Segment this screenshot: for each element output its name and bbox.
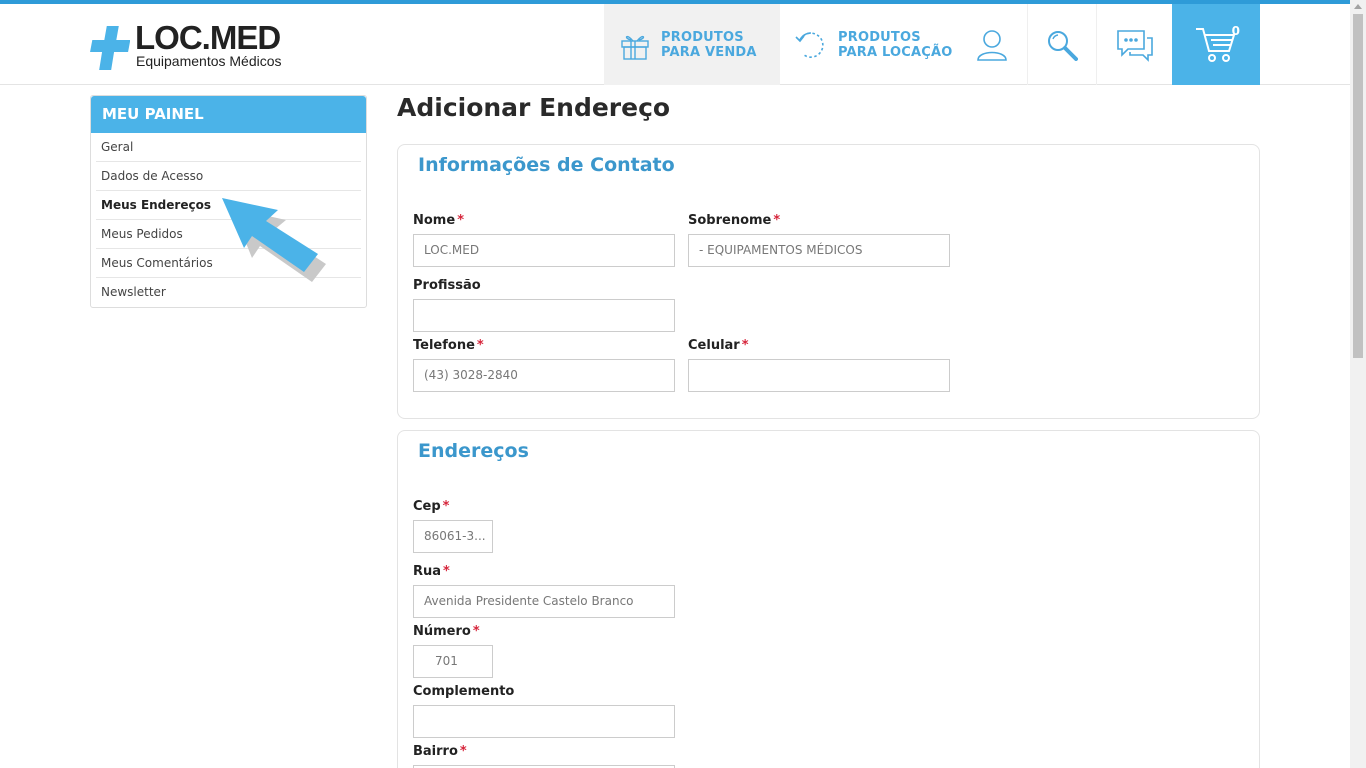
required-mark: *: [442, 499, 450, 514]
telefone-field-group: Telefone * (43) 3028-2840: [413, 338, 675, 392]
required-mark: *: [457, 213, 464, 228]
complemento-input[interactable]: [413, 705, 675, 738]
numero-field-group: Número * 701: [413, 624, 493, 678]
nav-venda-line1: PRODUTOS: [661, 29, 744, 45]
cart-count-badge: 0: [1231, 24, 1240, 38]
sobrenome-input[interactable]: - EQUIPAMENTOS MÉDICOS: [688, 234, 950, 267]
brand-subtitle: Equipamentos Médicos: [136, 53, 282, 69]
medical-cross-icon: [90, 26, 130, 70]
nav-locacao-line2: PARA LOCAÇÃO: [838, 44, 953, 60]
refresh-icon: [795, 31, 824, 58]
user-icon: [977, 29, 1007, 61]
page-scrollbar[interactable]: [1350, 0, 1366, 768]
bairro-field-group: Bairro *: [413, 744, 675, 768]
complemento-field-group: Complemento: [413, 684, 675, 738]
required-mark: *: [472, 624, 480, 639]
required-mark: *: [773, 213, 781, 228]
sidebar-item-geral[interactable]: Geral: [96, 133, 361, 162]
sidebar-item-dados-acesso[interactable]: Dados de Acesso: [96, 162, 361, 191]
brand-title: LOC.MED: [135, 19, 281, 56]
search-button[interactable]: [1027, 4, 1095, 85]
cep-field-group: Cep * 86061-3...: [413, 499, 493, 553]
nav-produtos-venda[interactable]: PRODUTOS PARA VENDA: [604, 4, 780, 85]
required-mark: *: [443, 564, 450, 579]
numero-input[interactable]: 701: [413, 645, 493, 678]
cep-input[interactable]: 86061-3...: [413, 520, 493, 553]
telefone-input[interactable]: (43) 3028-2840: [413, 359, 675, 392]
complemento-label: Complemento: [413, 684, 515, 699]
scroll-thumb[interactable]: [1353, 14, 1363, 358]
nome-label: Nome: [413, 213, 456, 228]
sobrenome-field-group: Sobrenome * - EQUIPAMENTOS MÉDICOS: [688, 213, 950, 267]
address-section: Endereços Cep * 86061-3... Rua * Avenida P…: [397, 430, 1260, 768]
required-mark: *: [459, 744, 467, 759]
nav-locacao-line1: PRODUTOS: [838, 29, 921, 45]
telefone-label: Telefone: [413, 338, 475, 353]
gift-icon: [621, 35, 649, 60]
nav-venda-line2: PARA VENDA: [661, 44, 757, 60]
panel-title: MEU PAINEL: [91, 96, 366, 133]
cart-button[interactable]: 0: [1172, 4, 1260, 85]
profissao-field-group: Profissão: [413, 278, 675, 332]
required-mark: *: [741, 338, 749, 353]
sobrenome-label: Sobrenome: [688, 213, 772, 228]
rua-input[interactable]: Avenida Presidente Castelo Branco: [413, 585, 675, 618]
address-section-title: Endereços: [418, 440, 529, 462]
nome-input[interactable]: LOC.MED: [413, 234, 675, 267]
cep-label: Cep: [413, 499, 441, 514]
rua-label: Rua: [413, 564, 442, 579]
required-mark: *: [476, 338, 484, 353]
scroll-up-arrow-icon[interactable]: [1354, 4, 1362, 9]
profissao-input[interactable]: [413, 299, 675, 332]
chat-icon: [1116, 29, 1153, 62]
bairro-label: Bairro: [413, 744, 458, 759]
contact-button[interactable]: [1096, 4, 1172, 85]
profissao-label: Profissão: [413, 278, 481, 293]
brand-logo[interactable]: LOC.MED Equipamentos Médicos: [90, 19, 300, 76]
nome-field-group: Nome * LOC.MED: [413, 213, 675, 267]
contact-info-section: Informações de Contato Nome * LOC.MED Sob…: [397, 144, 1260, 419]
site-header: LOC.MED Equipamentos Médicos PRODUTOS PA…: [0, 4, 1350, 85]
nav-produtos-locacao[interactable]: PRODUTOS PARA LOCAÇÃO: [780, 4, 956, 85]
rua-field-group: Rua * Avenida Presidente Castelo Branco: [413, 564, 675, 618]
celular-label: Celular: [688, 338, 740, 353]
pointer-arrow-icon: [222, 198, 326, 282]
account-button[interactable]: [958, 4, 1026, 85]
page-title: Adicionar Endereço: [397, 93, 671, 122]
celular-field-group: Celular *: [688, 338, 950, 392]
contact-section-title: Informações de Contato: [418, 154, 675, 176]
numero-label: Número: [413, 624, 471, 639]
celular-input[interactable]: [688, 359, 950, 392]
search-icon: [1047, 30, 1078, 61]
